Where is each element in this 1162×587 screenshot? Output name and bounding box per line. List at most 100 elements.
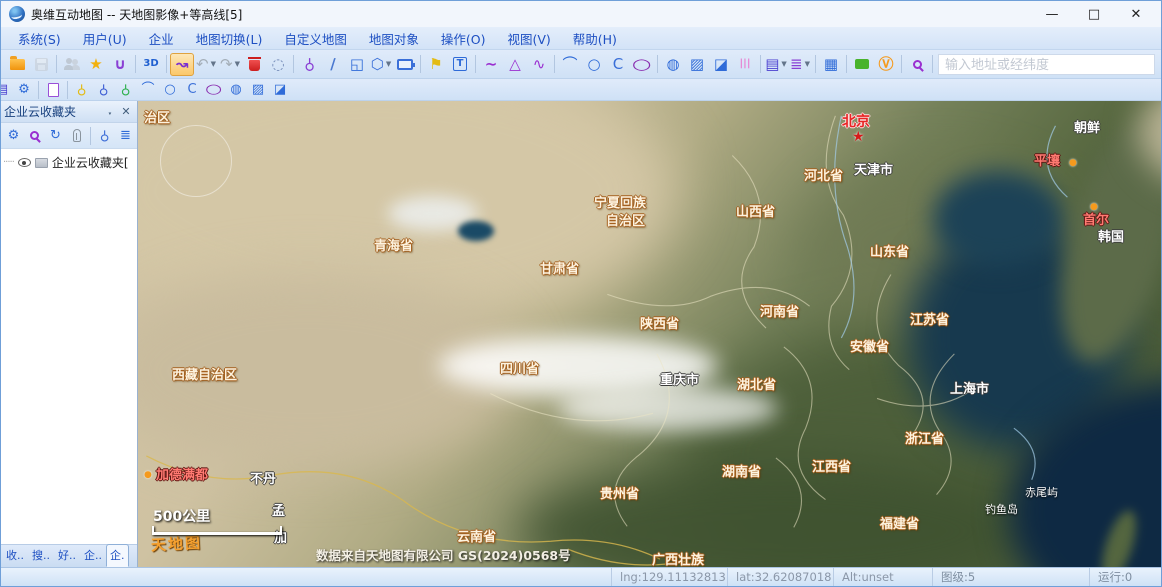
toolbar-separator: [554, 55, 555, 73]
sidebar-tab-2[interactable]: 好..: [54, 544, 80, 567]
data-table-button[interactable]: ▦: [819, 53, 843, 76]
map-viewport[interactable]: 治区青海省北京★朝鲜平壤●河北省天津市首尔●韩国宁夏回族自治区山西省山东省甘肃省…: [138, 101, 1161, 567]
dropdown-arrow-icon[interactable]: ▼: [235, 61, 240, 68]
region-select-button[interactable]: ◌: [266, 53, 290, 76]
message-button[interactable]: [850, 53, 874, 76]
menu-item-2[interactable]: 企业: [138, 26, 185, 51]
settings-button[interactable]: ⚙: [13, 80, 35, 100]
open-file-button[interactable]: [5, 53, 29, 76]
ellipse-2-button[interactable]: ○: [203, 80, 225, 100]
contacts-button[interactable]: [60, 53, 84, 76]
menu-item-3[interactable]: 地图切换(L): [185, 26, 274, 51]
dropdown-arrow-icon[interactable]: ▼: [805, 61, 810, 68]
app-icon: [9, 6, 25, 22]
track-button[interactable]: ∪: [108, 53, 132, 76]
mark-point-button[interactable]: ⚲: [297, 53, 321, 76]
polygon-button[interactable]: △: [503, 53, 527, 76]
label-ningxia-1: 宁夏回族: [594, 196, 646, 212]
fill-rect-2-button[interactable]: ▨: [247, 80, 269, 100]
menu-item-8[interactable]: 帮助(H): [562, 26, 628, 51]
sidebar-search-button[interactable]: [24, 125, 45, 146]
address-search-input[interactable]: [938, 54, 1155, 75]
panel-view-button[interactable]: ▤▼: [764, 53, 788, 76]
marker-kathmandu-dot: ●: [144, 470, 152, 481]
open-curve-2-icon: C: [187, 83, 196, 96]
fill-circle-2-button[interactable]: ◍: [225, 80, 247, 100]
menu-bar: 系统(S)用户(U)企业地图切换(L)自定义地图地图对象操作(O)视图(V)帮助…: [1, 27, 1161, 50]
ellipse-button[interactable]: ○: [630, 53, 654, 76]
menu-item-1[interactable]: 用户(U): [72, 26, 138, 51]
polygon-icon: △: [509, 57, 521, 72]
undo-button[interactable]: ↶▼: [194, 53, 218, 76]
open-curve-2-button[interactable]: C: [181, 80, 203, 100]
pin-green-button[interactable]: ⚲: [115, 80, 137, 100]
pushpin-button[interactable]: ⚑: [424, 53, 448, 76]
label-watermark: 天地图: [151, 534, 203, 555]
window-controls: — □ ✕: [1031, 2, 1157, 26]
contacts-icon: [64, 58, 80, 70]
favorites-button[interactable]: ★: [84, 53, 108, 76]
new-doc-button[interactable]: [42, 80, 64, 100]
arc-button[interactable]: ⌒: [558, 53, 582, 76]
dropdown-arrow-icon[interactable]: ▼: [386, 61, 391, 68]
measure-ruler-button[interactable]: ∕: [321, 53, 345, 76]
delete-button[interactable]: [242, 53, 266, 76]
visibility-eye-icon[interactable]: [18, 158, 31, 167]
menu-item-5[interactable]: 地图对象: [358, 26, 430, 51]
sidebar-tab-3[interactable]: 企..: [80, 544, 106, 567]
arc-2-button[interactable]: ⌒: [137, 80, 159, 100]
vip-button[interactable]: Ⓥ: [874, 53, 898, 76]
dropdown-arrow-icon[interactable]: ▼: [211, 61, 216, 68]
redo-button[interactable]: ↷▼: [218, 53, 242, 76]
route-plan-button[interactable]: ↝: [170, 53, 194, 76]
fill-rect-button[interactable]: ▨: [685, 53, 709, 76]
label-henan: 河南省: [760, 305, 799, 321]
sidebar-pin-toggle-icon[interactable]: 𝅏: [102, 104, 118, 120]
sidebar-settings-button[interactable]: ⚙: [3, 125, 24, 146]
sidebar-tab-0[interactable]: 收..: [2, 544, 28, 567]
search-icon: [913, 60, 922, 69]
fill-polygon-button[interactable]: ◪: [709, 53, 733, 76]
pin-yellow-button[interactable]: ⚲: [71, 80, 93, 100]
panel-partial-button[interactable]: ▤: [1, 80, 13, 100]
circle-2-button[interactable]: ○: [159, 80, 181, 100]
sidebar-pin-button[interactable]: ⚲: [94, 125, 115, 146]
sidebar-close-icon[interactable]: ✕: [118, 104, 134, 120]
tree-item-enterprise-folder[interactable]: ····· 企业云收藏夹[: [3, 154, 135, 171]
label-tianjin: 天津市: [854, 163, 893, 179]
open-curve-button[interactable]: C: [606, 53, 630, 76]
polyline-button[interactable]: ∼: [479, 53, 503, 76]
curve-button[interactable]: ∿: [527, 53, 551, 76]
menu-item-4[interactable]: 自定义地图: [273, 26, 358, 51]
circle-button[interactable]: ○: [582, 53, 606, 76]
sidebar-attach-button[interactable]: [66, 125, 87, 146]
sidebar-tab-1[interactable]: 搜..: [28, 544, 54, 567]
sidebar-list-button[interactable]: ≣: [115, 125, 136, 146]
menu-item-6[interactable]: 操作(O): [430, 26, 497, 51]
menu-item-0[interactable]: 系统(S): [7, 26, 72, 51]
label-diaoyudao: 钓鱼岛: [985, 503, 1018, 517]
shape-hexagon-button[interactable]: ⬡▼: [369, 53, 393, 76]
object-list-button[interactable]: ≣▼: [788, 53, 812, 76]
text-label-button[interactable]: T: [448, 53, 472, 76]
save-button[interactable]: [29, 53, 53, 76]
camera-button[interactable]: [393, 53, 417, 76]
view-3d-button[interactable]: 3D: [139, 53, 163, 76]
measure-area-button[interactable]: ◱: [345, 53, 369, 76]
folder-icon: [35, 158, 48, 168]
sidebar-refresh-button[interactable]: ↻: [45, 125, 66, 146]
maximize-button[interactable]: □: [1073, 2, 1115, 26]
sidebar-tab-4[interactable]: 企.: [106, 544, 129, 567]
dropdown-arrow-icon[interactable]: ▼: [781, 61, 786, 68]
pin-blue-button[interactable]: ⚲: [93, 80, 115, 100]
fill-circle-button[interactable]: ◍: [661, 53, 685, 76]
minimize-button[interactable]: —: [1031, 2, 1073, 26]
search-button[interactable]: [905, 53, 929, 76]
fill-polygon-2-button[interactable]: ◪: [269, 80, 291, 100]
circle-2-icon: ○: [164, 83, 175, 96]
close-button[interactable]: ✕: [1115, 2, 1157, 26]
label-kathmandu: 加德满都: [156, 468, 208, 484]
corridor-icon: |||: [740, 59, 751, 69]
menu-item-7[interactable]: 视图(V): [496, 26, 561, 51]
corridor-button[interactable]: |||: [733, 53, 757, 76]
